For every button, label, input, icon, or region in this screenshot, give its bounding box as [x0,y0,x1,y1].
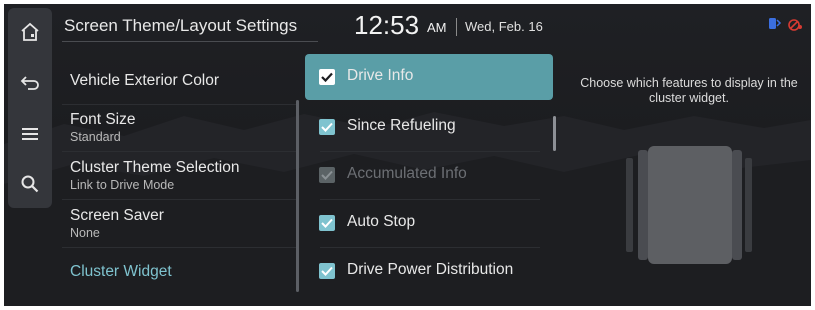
checkbox[interactable] [319,215,335,231]
option-label: Accumulated Info [347,165,467,182]
cluster-widget-preview [626,146,752,264]
menu-item-label: Cluster Widget [70,263,172,280]
option-label: Auto Stop [347,213,416,230]
checkmark-icon [321,170,333,180]
status-icons [767,16,807,37]
menu-button[interactable] [12,116,48,152]
menu-item-cluster-widget[interactable]: Cluster Widget [62,249,296,295]
option-label: Drive Power Distribution [347,261,514,278]
checkmark-icon [321,218,333,228]
widget-center-panel [648,146,732,264]
option-since-refueling[interactable]: Since Refueling [305,104,553,150]
menu-item-value: Standard [70,130,121,144]
widget-right-gauge [745,158,752,252]
header-date: Wed, Feb. 16 [465,19,543,34]
home-icon [21,22,39,41]
checkbox [319,167,335,183]
back-icon [20,76,39,90]
checkbox[interactable] [319,263,335,279]
back-button[interactable] [12,64,48,100]
option-drive-info[interactable]: Drive Info [305,54,553,100]
option-label: Drive Info [347,67,414,84]
menu-item-value: None [70,226,100,240]
option-accumulated-info: Accumulated Info [305,152,553,198]
option-auto-stop[interactable]: Auto Stop [305,200,553,246]
widget-right-panel [732,150,742,260]
menu-item-value: Link to Drive Mode [70,178,175,192]
menu-item-label: Cluster Theme Selection [70,159,240,176]
title-underline [62,41,318,42]
menu-item-cluster-theme-selection[interactable]: Cluster Theme Selection Link to Drive Mo… [62,153,296,200]
checkbox[interactable] [319,119,335,135]
checkmark-icon [321,72,333,83]
option-drive-power-distribution[interactable]: Drive Power Distribution [305,248,553,294]
header-separator [456,18,457,36]
menu-icon [22,128,38,140]
widget-left-gauge [626,158,633,252]
checkmark-icon [321,266,333,276]
page-title: Screen Theme/Layout Settings [64,16,298,35]
no-signal-icon [788,19,802,31]
side-navigation-rail [8,8,52,208]
menu-item-screen-saver[interactable]: Screen Saver None [62,201,296,248]
clock-ampm: AM [427,20,447,35]
infotainment-screen: Screen Theme/Layout Settings 12:53 AM We… [4,4,811,306]
option-label: Since Refueling [347,117,456,134]
options-scrollbar[interactable] [553,116,556,151]
menu-scrollbar[interactable] [296,100,299,292]
search-icon [21,175,39,193]
description-text: Choose which features to display in the … [580,76,798,105]
checkbox[interactable] [319,69,335,85]
menu-item-label: Font Size [70,111,136,128]
clock-time: 12:53 [354,10,420,40]
menu-item-label: Screen Saver [70,207,164,224]
menu-item-vehicle-exterior-color[interactable]: Vehicle Exterior Color [62,58,296,105]
home-button[interactable] [12,14,48,50]
menu-item-label: Vehicle Exterior Color [70,72,220,89]
menu-item-font-size[interactable]: Font Size Standard [62,105,296,152]
widget-left-panel [638,150,648,260]
checkmark-icon [321,122,333,132]
bluetooth-phone-icon [769,18,782,29]
search-button[interactable] [12,166,48,202]
